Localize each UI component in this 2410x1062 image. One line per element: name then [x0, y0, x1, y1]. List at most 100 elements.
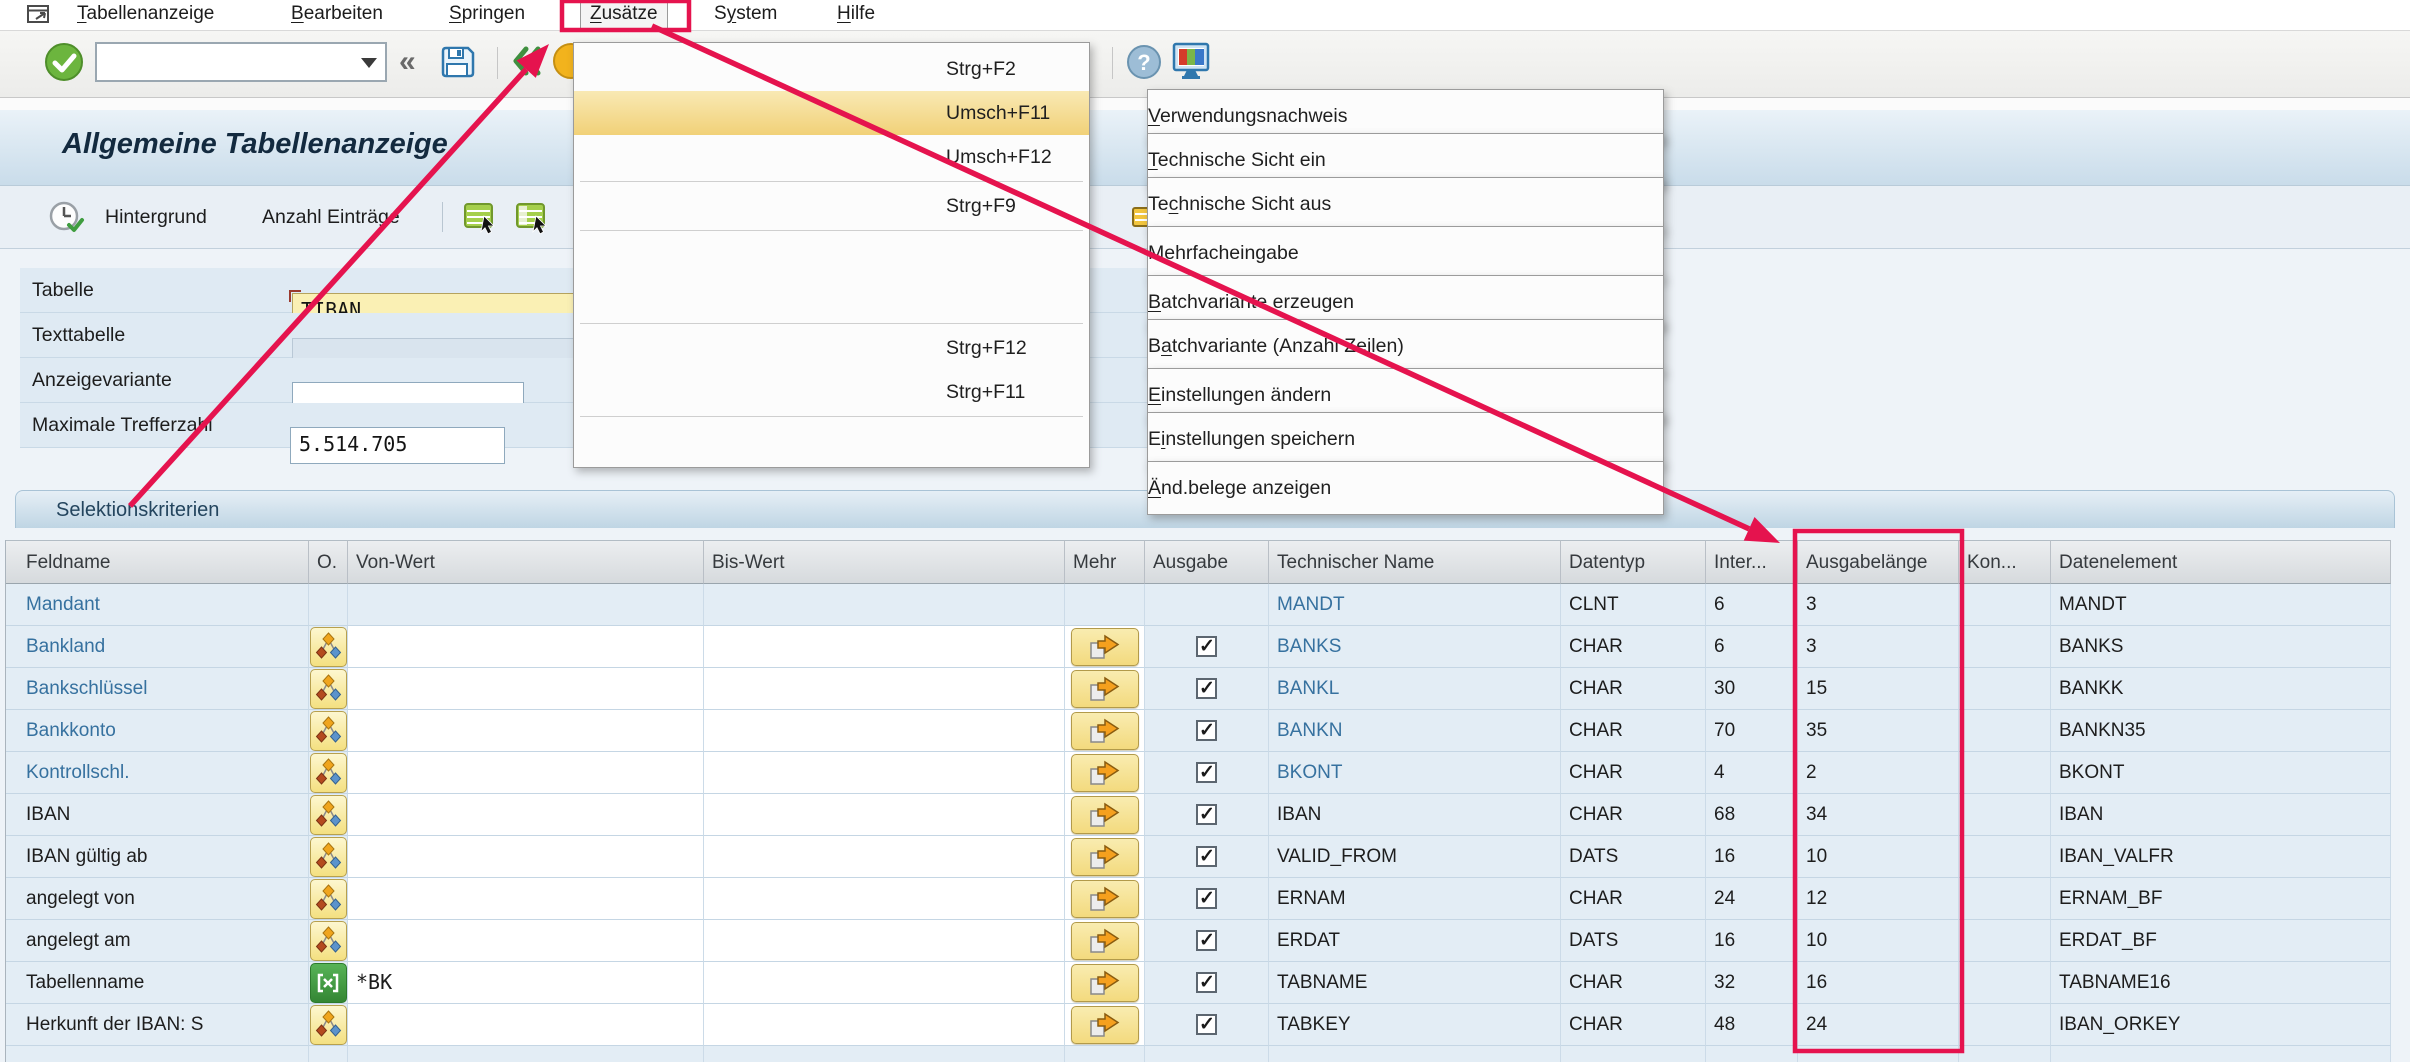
command-dropdown-icon[interactable]	[361, 58, 377, 68]
ausgabe-checkbox[interactable]	[1196, 888, 1217, 909]
selection-option-cell[interactable]	[309, 752, 348, 794]
selection-option-cell[interactable]	[309, 710, 348, 752]
further-selection-icon[interactable]	[1071, 838, 1139, 876]
von-wert-cell[interactable]	[348, 1004, 704, 1046]
transaction-window-icon[interactable]	[26, 2, 52, 31]
select-all-table-icon[interactable]	[462, 199, 500, 242]
bis-wert-cell[interactable]	[704, 626, 1065, 668]
column-header-datenelement[interactable]: Datenelement	[2051, 540, 2391, 584]
bis-wert-cell[interactable]	[704, 668, 1065, 710]
von-wert-cell[interactable]	[348, 836, 704, 878]
ausgabe-checkbox[interactable]	[1196, 804, 1217, 825]
ausgabe-checkbox[interactable]	[1196, 846, 1217, 867]
bis-wert-cell[interactable]	[704, 710, 1065, 752]
multiple-selection-icon[interactable]	[310, 837, 347, 877]
new-session-icon[interactable]	[1170, 41, 1212, 88]
von-wert-cell[interactable]: *BK	[348, 962, 704, 1004]
mehr-cell[interactable]	[1065, 1004, 1145, 1046]
mehr-cell[interactable]	[1065, 626, 1145, 668]
von-wert-cell[interactable]	[348, 794, 704, 836]
mehr-cell[interactable]	[1065, 794, 1145, 836]
further-selection-icon[interactable]	[1071, 922, 1139, 960]
ausgabe-cell[interactable]	[1145, 794, 1269, 836]
back-icon[interactable]	[506, 41, 550, 86]
selection-option-cell[interactable]	[309, 962, 348, 1004]
further-selection-icon[interactable]	[1071, 712, 1139, 750]
bis-wert-cell[interactable]	[704, 836, 1065, 878]
mehr-cell[interactable]	[1065, 668, 1145, 710]
menubar-item-hilfe[interactable]: Hilfe	[828, 1, 884, 27]
ausgabe-cell[interactable]	[1145, 668, 1269, 710]
ausgabe-cell[interactable]	[1145, 878, 1269, 920]
column-header-technischername[interactable]: Technischer Name	[1269, 540, 1561, 584]
further-selection-icon[interactable]	[1071, 1006, 1139, 1044]
selection-option-cell[interactable]	[309, 1004, 348, 1046]
column-header-ausgabe[interactable]: Ausgabe	[1145, 540, 1269, 584]
ausgabe-checkbox[interactable]	[1196, 762, 1217, 783]
mehr-cell[interactable]	[1065, 710, 1145, 752]
von-wert-cell[interactable]	[348, 752, 704, 794]
column-header-feldname[interactable]: Feldname	[6, 540, 309, 584]
selection-option-cell[interactable]	[309, 668, 348, 710]
menu-item-batchvariante-anzahl-zeilen-[interactable]: Batchvariante (Anzahl Zeilen)	[574, 277, 1089, 321]
bis-wert-cell[interactable]	[704, 962, 1065, 1004]
command-field[interactable]	[95, 42, 387, 82]
selection-option-cell[interactable]	[309, 920, 348, 962]
menu-item-einstellungen-speichern[interactable]: Einstellungen speichernStrg+F11	[574, 370, 1089, 414]
selection-option-cell[interactable]	[309, 626, 348, 668]
anzahl-eintraege-button[interactable]: Anzahl Einträge	[262, 186, 400, 248]
further-selection-icon[interactable]	[1071, 964, 1139, 1002]
bis-wert-cell[interactable]	[704, 920, 1065, 962]
column-header-datentyp[interactable]: Datentyp	[1561, 540, 1706, 584]
ausgabe-checkbox[interactable]	[1196, 720, 1217, 741]
ausgabe-checkbox[interactable]	[1196, 636, 1217, 657]
menubar-item-bearbeiten[interactable]: Bearbeiten	[282, 1, 392, 27]
ausgabe-cell[interactable]	[1145, 962, 1269, 1004]
column-header-biswert[interactable]: Bis-Wert	[704, 540, 1065, 584]
column-header-mehr[interactable]: Mehr	[1065, 540, 1145, 584]
ausgabe-cell[interactable]	[1145, 626, 1269, 668]
enter-icon[interactable]	[44, 42, 84, 87]
column-header-inter[interactable]: Inter...	[1706, 540, 1798, 584]
ausgabe-checkbox[interactable]	[1196, 930, 1217, 951]
mehr-cell[interactable]	[1065, 836, 1145, 878]
multiple-selection-icon[interactable]	[310, 669, 347, 709]
further-selection-icon[interactable]	[1071, 880, 1139, 918]
multiple-selection-icon[interactable]	[310, 627, 347, 667]
ausgabe-cell[interactable]	[1145, 1004, 1269, 1046]
mehr-cell[interactable]	[1065, 962, 1145, 1004]
maximale-trefferzahl-field[interactable]: 5.514.705	[290, 427, 505, 464]
selection-option-cell[interactable]	[309, 836, 348, 878]
mehr-cell[interactable]	[1065, 752, 1145, 794]
column-header-vonwert[interactable]: Von-Wert	[348, 540, 704, 584]
menu-item-mehrfacheingabe[interactable]: MehrfacheingabeStrg+F9	[574, 184, 1089, 228]
von-wert-cell[interactable]	[348, 626, 704, 668]
von-wert-cell[interactable]	[348, 668, 704, 710]
further-selection-icon[interactable]	[1071, 628, 1139, 666]
bis-wert-cell[interactable]	[704, 752, 1065, 794]
von-wert-cell[interactable]	[348, 920, 704, 962]
multiple-selection-icon[interactable]	[310, 795, 347, 835]
menu-item-technische-sicht-ein[interactable]: Technische Sicht einUmsch+F11	[574, 91, 1089, 135]
multiple-selection-icon[interactable]	[310, 1005, 347, 1045]
multiple-selection-icon[interactable]	[310, 921, 347, 961]
ausgabe-checkbox[interactable]	[1196, 972, 1217, 993]
menubar-item-system[interactable]: System	[705, 1, 786, 27]
further-selection-icon[interactable]	[1071, 796, 1139, 834]
mehr-cell[interactable]	[1065, 878, 1145, 920]
menu-item-einstellungen-ändern[interactable]: Einstellungen ändernStrg+F12	[574, 326, 1089, 370]
ausgabe-cell[interactable]	[1145, 710, 1269, 752]
bis-wert-cell[interactable]	[704, 878, 1065, 920]
menubar-item-zustze[interactable]: Zusätze	[580, 1, 668, 29]
multiple-selection-icon[interactable]	[310, 879, 347, 919]
mehr-cell[interactable]	[1065, 920, 1145, 962]
hintergrund-button[interactable]: Hintergrund	[105, 186, 207, 248]
ausgabe-cell[interactable]	[1145, 920, 1269, 962]
execute-clock-icon[interactable]	[48, 199, 88, 242]
bis-wert-cell[interactable]	[704, 794, 1065, 836]
further-selection-icon[interactable]	[1071, 670, 1139, 708]
menu-item-änd-belege-anzeigen[interactable]: Änd.belege anzeigen	[574, 419, 1089, 463]
menu-item-batchvariante-erzeugen[interactable]: Batchvariante erzeugen	[574, 233, 1089, 277]
multiple-selection-icon[interactable]	[310, 753, 347, 793]
menu-item-technische-sicht-aus[interactable]: Technische Sicht ausUmsch+F12	[574, 135, 1089, 179]
